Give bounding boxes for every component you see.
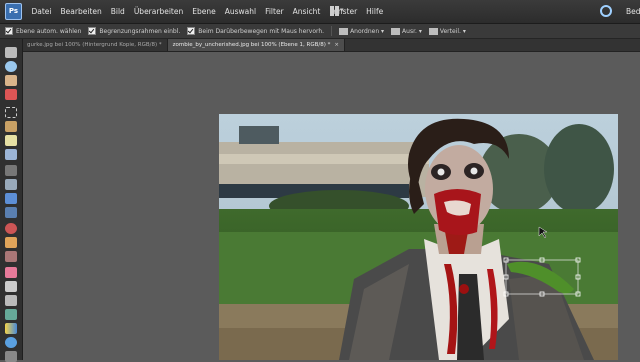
- highlight-hover-option[interactable]: Beim Darüberbewegen mit Maus hervorh.: [187, 27, 324, 35]
- bounding-box-checkbox[interactable]: [88, 27, 97, 35]
- toolbox: [0, 39, 23, 362]
- tab-zombie-label: zombie_by_uncherished.jpg bei 100% (Eben…: [172, 42, 331, 48]
- right-menu-label[interactable]: Bed: [626, 0, 640, 23]
- marquee-icon[interactable]: [5, 107, 17, 118]
- sponge-icon[interactable]: [5, 351, 17, 362]
- zombie-photo: [219, 114, 618, 360]
- menu-bar: Ps Datei Bearbeiten Bild Überarbeiten Eb…: [0, 0, 640, 24]
- shape-icon[interactable]: [5, 337, 17, 348]
- menu-ueberarbeiten[interactable]: Überarbeiten: [129, 0, 187, 23]
- chevron-down-icon[interactable]: ▾: [340, 6, 344, 14]
- menu-filter[interactable]: Filter: [261, 0, 289, 23]
- options-divider: [331, 26, 333, 36]
- paint-bucket-icon[interactable]: [5, 309, 17, 320]
- chevron-down-icon: ▾: [379, 27, 385, 35]
- bounding-box-option[interactable]: Begrenzungsrahmen einbl.: [88, 27, 180, 35]
- menu-ansicht[interactable]: Ansicht: [288, 0, 325, 23]
- crop-icon[interactable]: [5, 179, 17, 190]
- menu-auswahl[interactable]: Auswahl: [220, 0, 260, 23]
- auto-select-checkbox[interactable]: [5, 27, 13, 35]
- eyedropper-icon[interactable]: [5, 89, 17, 100]
- red-eye-icon[interactable]: [5, 223, 17, 234]
- align-dropdown[interactable]: Ausr. ▾: [391, 27, 422, 35]
- zoom-tool-icon[interactable]: [5, 61, 17, 72]
- tool-options-bar: Ebene autom. wählen Begrenzungsrahmen ei…: [0, 24, 640, 39]
- align-icon: [391, 27, 401, 35]
- document-canvas[interactable]: [219, 114, 618, 360]
- menu-hilfe[interactable]: Hilfe: [362, 0, 388, 23]
- arrange-label: Anordnen: [350, 27, 380, 35]
- document-tab-bar: gurke.jpg bei 100% (Hintergrund Kopie, R…: [22, 39, 640, 52]
- power-icon[interactable]: [600, 5, 612, 17]
- auto-select-label: Ebene autom. wählen: [16, 27, 82, 35]
- distribute-label: Verteil.: [439, 27, 461, 35]
- menu-datei[interactable]: Datei: [27, 0, 56, 23]
- cookie-cutter-icon[interactable]: [5, 193, 17, 204]
- type-tool-icon[interactable]: [5, 165, 17, 176]
- eraser-icon[interactable]: [5, 267, 17, 278]
- close-icon[interactable]: ×: [334, 42, 339, 48]
- app-logo-icon: Ps: [5, 3, 22, 20]
- clone-stamp-icon[interactable]: [5, 251, 17, 262]
- magic-wand-icon[interactable]: [5, 135, 17, 146]
- tab-gurke[interactable]: gurke.jpg bei 100% (Hintergrund Kopie, R…: [22, 39, 168, 51]
- arrange-dropdown[interactable]: Anordnen ▾: [339, 27, 385, 35]
- distribute-dropdown[interactable]: Verteil. ▾: [428, 27, 466, 35]
- lasso-icon[interactable]: [5, 121, 17, 132]
- chevron-down-icon: ▾: [416, 27, 422, 35]
- move-tool-icon[interactable]: [5, 47, 17, 58]
- bounding-box-label: Begrenzungsrahmen einbl.: [99, 27, 181, 35]
- tab-gurke-label: gurke.jpg bei 100% (Hintergrund Kopie, R…: [27, 42, 162, 48]
- quick-selection-icon[interactable]: [5, 149, 17, 160]
- distribute-icon: [428, 27, 438, 35]
- hand-tool-icon[interactable]: [5, 75, 17, 86]
- highlight-hover-label: Beim Darüberbewegen mit Maus hervorh.: [198, 27, 325, 35]
- spot-healing-icon[interactable]: [5, 237, 17, 248]
- arrange-icon: [339, 27, 349, 35]
- brush-icon[interactable]: [5, 281, 17, 292]
- smart-brush-icon[interactable]: [5, 295, 17, 306]
- tab-zombie[interactable]: zombie_by_uncherished.jpg bei 100% (Eben…: [167, 39, 345, 51]
- highlight-hover-checkbox[interactable]: [187, 27, 196, 35]
- chevron-down-icon: ▾: [460, 27, 466, 35]
- straighten-icon[interactable]: [5, 207, 17, 218]
- menu-bild[interactable]: Bild: [106, 0, 129, 23]
- menu-ebene[interactable]: Ebene: [188, 0, 220, 23]
- auto-select-option[interactable]: Ebene autom. wählen: [5, 27, 81, 35]
- menu-bearbeiten[interactable]: Bearbeiten: [56, 0, 106, 23]
- align-label: Ausr.: [402, 27, 417, 35]
- gradient-icon[interactable]: [5, 323, 17, 334]
